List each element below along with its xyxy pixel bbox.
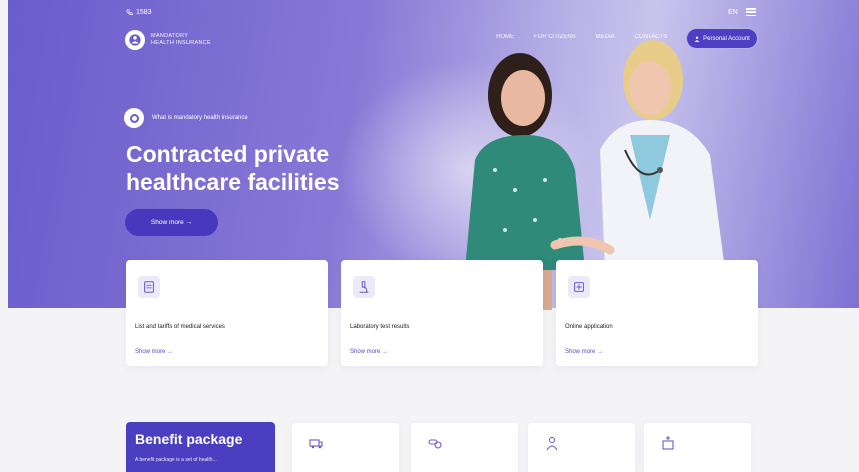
pills-icon <box>425 433 445 453</box>
benefit-desc: A benefit package is a set of health... <box>135 457 217 463</box>
card-title: Laboratory test results <box>350 324 410 330</box>
card-show-more-link[interactable]: Show more → <box>135 349 173 355</box>
doctor-icon <box>542 433 562 453</box>
card-show-more-link[interactable]: Show more → <box>350 349 388 355</box>
hero-show-more-button[interactable]: Show more → <box>125 209 218 236</box>
card-show-more-link[interactable]: Show more → <box>565 349 603 355</box>
logo-icon <box>125 30 145 50</box>
intro-label: What is mandatory health insurance <box>152 115 248 121</box>
play-icon <box>124 108 144 128</box>
menu-icon[interactable] <box>746 8 756 16</box>
benefit-item[interactable] <box>644 423 751 472</box>
site-logo[interactable]: MANDATORY HEALTH INSURANCE <box>125 30 211 50</box>
document-icon <box>138 276 160 298</box>
microscope-icon <box>353 276 375 298</box>
phone-icon <box>126 9 133 16</box>
card-medical-services[interactable]: List and tariffs of medical services Sho… <box>126 260 328 366</box>
card-title: List and tariffs of medical services <box>135 324 225 330</box>
logo-text: MANDATORY HEALTH INSURANCE <box>151 33 212 46</box>
benefit-item[interactable] <box>411 423 518 472</box>
benefit-item[interactable] <box>292 423 399 472</box>
hospital-icon <box>658 433 678 453</box>
language-selector[interactable]: EN <box>728 9 738 16</box>
card-online-application[interactable]: Online application Show more → <box>556 260 758 366</box>
phone-label: 1583 <box>136 9 152 16</box>
ambulance-icon <box>306 433 326 453</box>
card-title: Online application <box>565 324 613 330</box>
benefit-title: Benefit package <box>135 431 243 447</box>
card-lab-results[interactable]: Laboratory test results Show more → <box>341 260 543 366</box>
application-icon <box>568 276 590 298</box>
benefit-package-card[interactable]: Benefit package A benefit package is a s… <box>126 422 275 472</box>
phone-number[interactable]: 1583 <box>126 9 152 16</box>
intro-link[interactable]: What is mandatory health insurance <box>124 108 248 128</box>
hero-title: Contracted private healthcare facilities <box>126 141 340 195</box>
benefit-item[interactable] <box>528 423 635 472</box>
